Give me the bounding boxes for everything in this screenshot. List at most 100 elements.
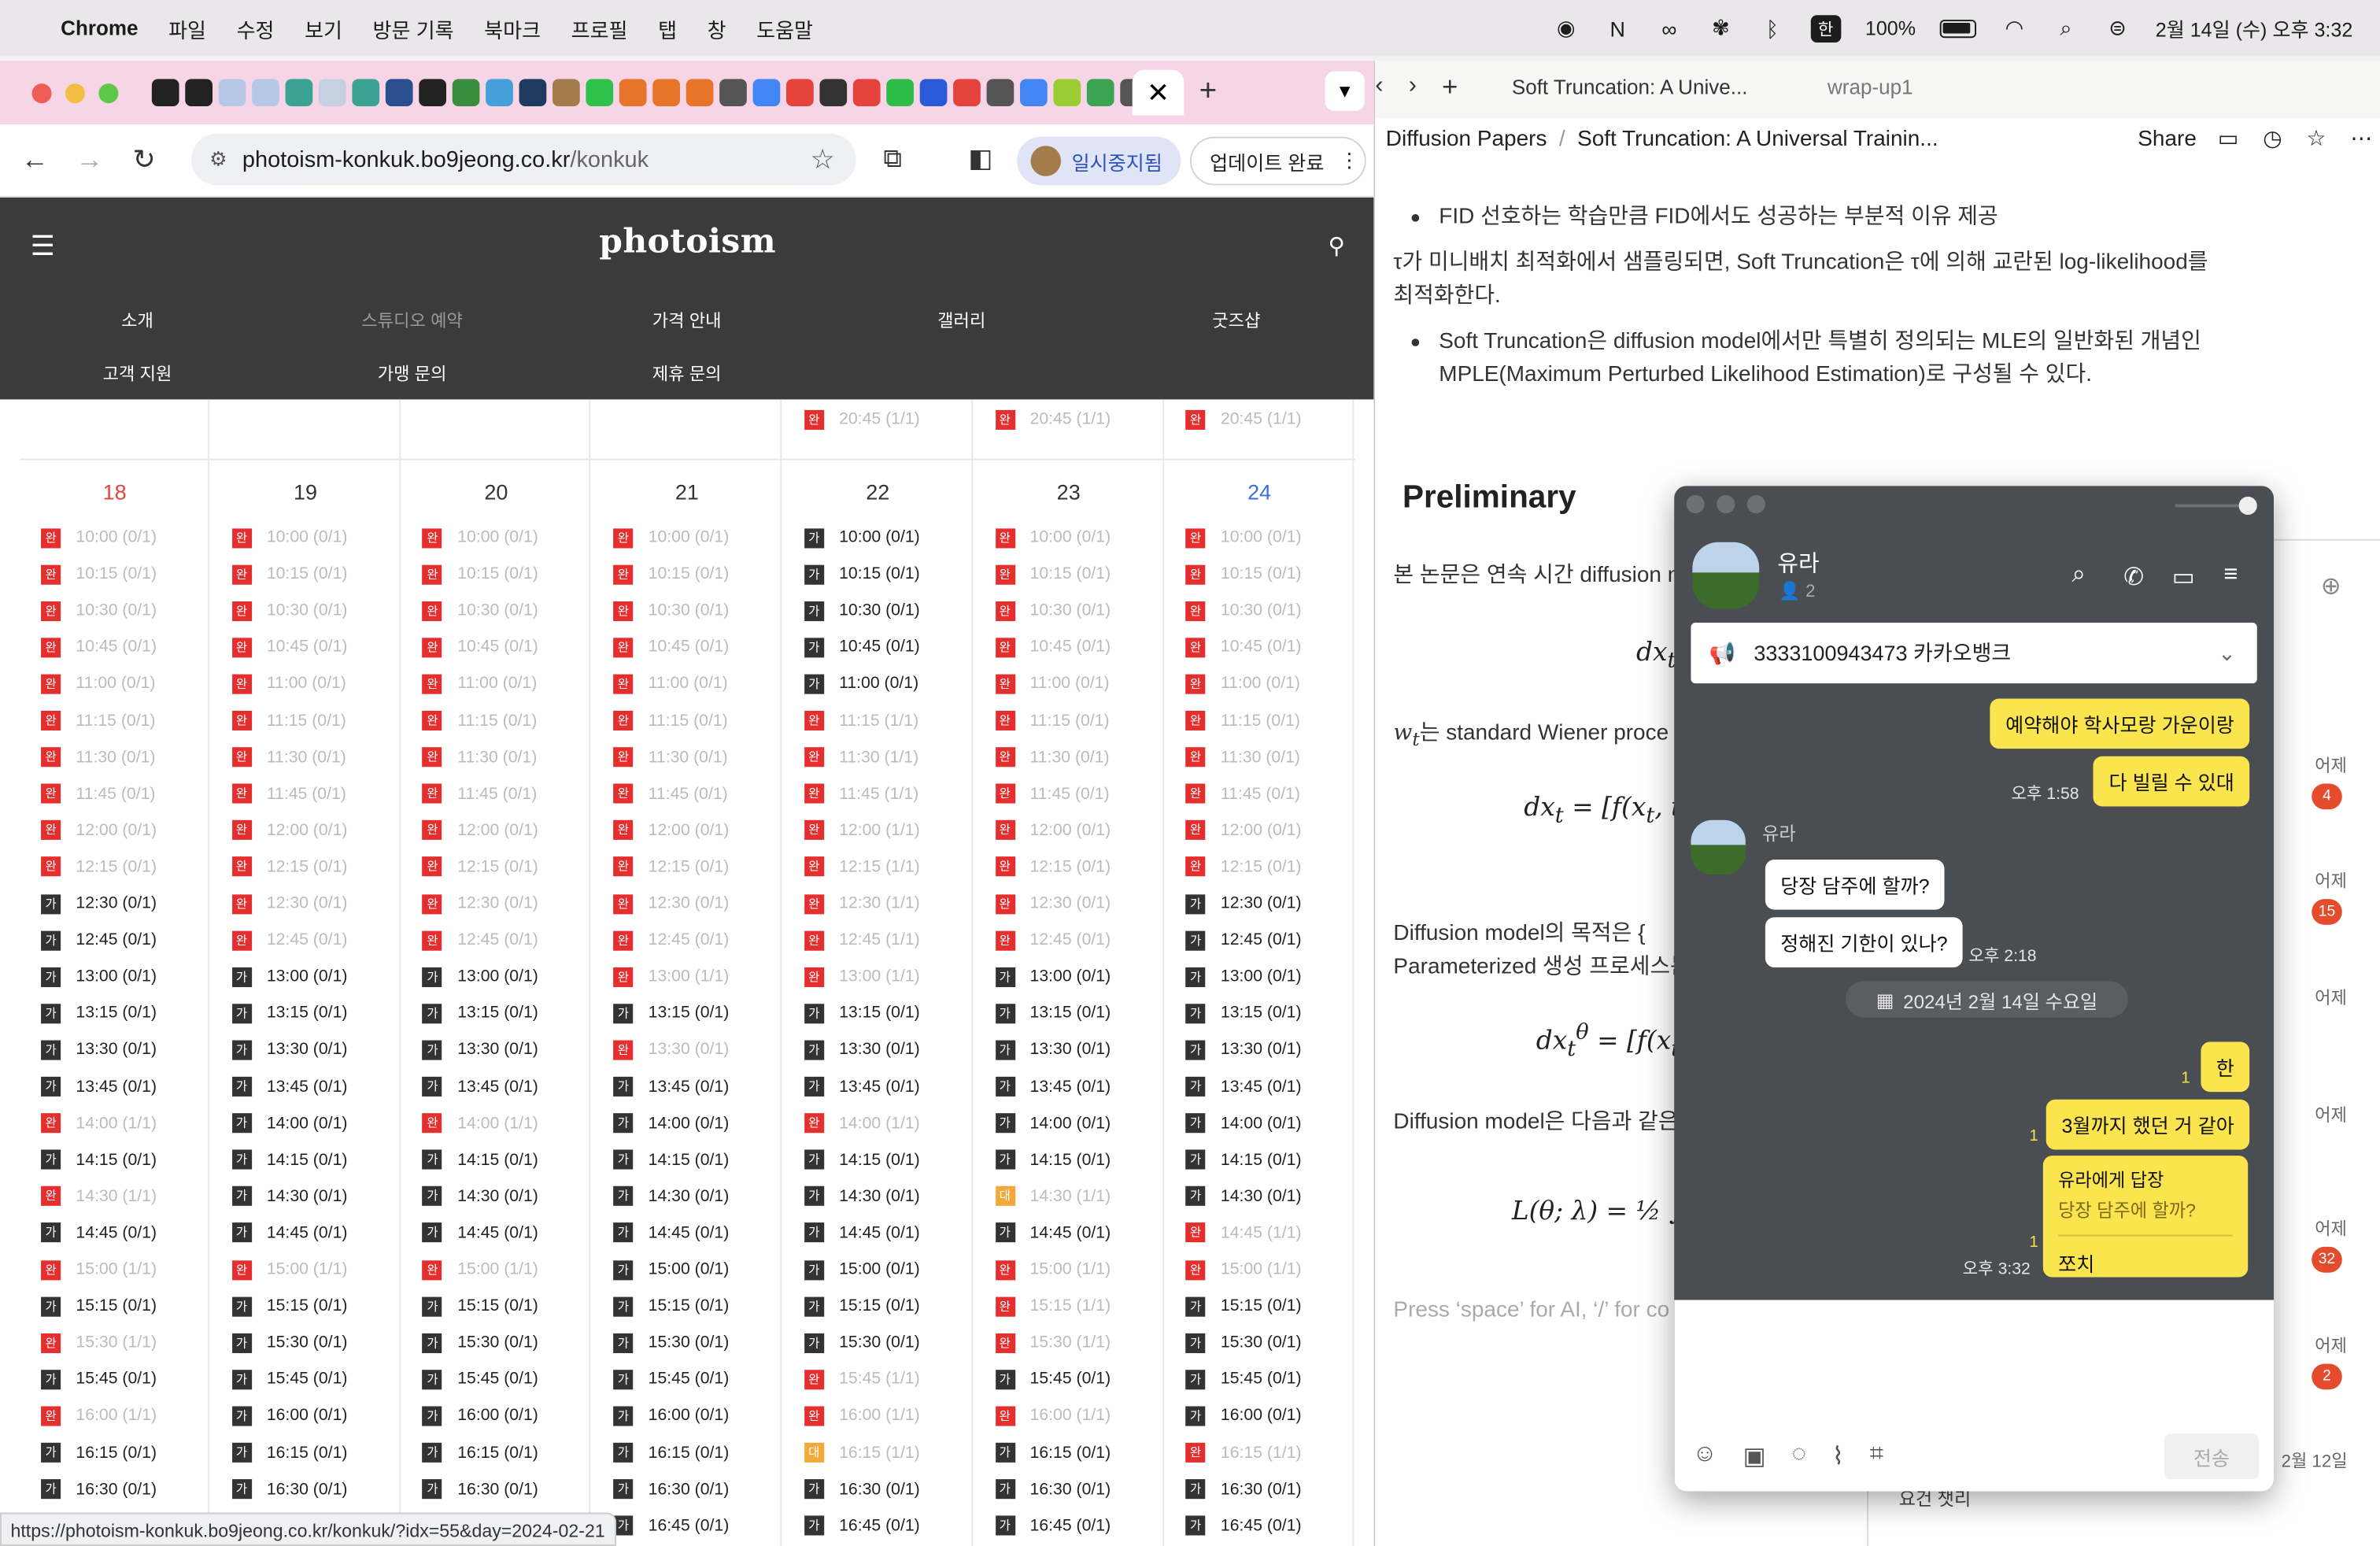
time-slot-available[interactable]: 가 14:45 (0/1) xyxy=(613,1222,729,1244)
menu-edit[interactable]: 수정 xyxy=(237,13,275,43)
extensions-icon[interactable]: ⧉ xyxy=(883,144,901,175)
tab-favicon[interactable] xyxy=(986,79,1014,107)
time-slot-full[interactable]: 완 10:30 (0/1) xyxy=(41,600,157,621)
time-slot-full[interactable]: 완 12:15 (0/1) xyxy=(1185,856,1302,878)
time-slot-full[interactable]: 완 11:00 (0/1) xyxy=(613,673,728,694)
time-slot-available[interactable]: 가 13:45 (0/1) xyxy=(613,1076,729,1097)
tab-favicon[interactable] xyxy=(486,79,513,107)
time-slot-available[interactable]: 가 14:15 (0/1) xyxy=(804,1149,920,1171)
time-slot-full[interactable]: 완 12:00 (0/1) xyxy=(231,819,347,841)
time-slot-available[interactable]: 가 16:00 (0/1) xyxy=(422,1405,538,1426)
time-slot-full[interactable]: 완 15:45 (1/1) xyxy=(804,1369,920,1390)
time-slot-available[interactable]: 가 13:15 (0/1) xyxy=(804,1003,920,1024)
tab-favicon[interactable] xyxy=(252,79,279,107)
time-slot-full[interactable]: 완 12:45 (0/1) xyxy=(231,930,347,951)
comments-icon[interactable]: ▭ xyxy=(2218,128,2238,152)
time-slot-full[interactable]: 완 11:45 (0/1) xyxy=(995,783,1110,804)
time-slot-full[interactable]: 완 12:15 (0/1) xyxy=(995,856,1111,878)
forward-button[interactable]: → xyxy=(70,144,109,176)
time-slot-full[interactable]: 완 11:45 (1/1) xyxy=(804,783,918,804)
time-slot-available[interactable]: 가 14:00 (0/1) xyxy=(231,1112,347,1134)
tab-favicon[interactable] xyxy=(452,79,480,107)
calendar-icon[interactable]: ▣ xyxy=(1743,1441,1766,1472)
time-slot-available[interactable]: 가 13:15 (0/1) xyxy=(231,1003,347,1024)
time-slot-available[interactable]: 가 10:15 (0/1) xyxy=(804,564,920,585)
time-slot-available[interactable]: 가 14:30 (0/1) xyxy=(422,1185,538,1207)
time-slot-full[interactable]: 완 10:15 (0/1) xyxy=(995,564,1111,585)
time-slot-available[interactable]: 가 14:00 (0/1) xyxy=(613,1112,729,1134)
menu-app[interactable]: Chrome xyxy=(61,17,138,39)
time-slot-available[interactable]: 가 14:15 (0/1) xyxy=(1185,1149,1302,1171)
history-icon[interactable]: ◷ xyxy=(2263,128,2282,152)
time-slot-available[interactable]: 가 13:15 (0/1) xyxy=(995,1003,1111,1024)
time-slot-full[interactable]: 완 10:30 (0/1) xyxy=(1185,600,1302,621)
attach-icon[interactable]: ⌇ xyxy=(1832,1441,1844,1472)
time-slot-full[interactable]: 완 11:00 (0/1) xyxy=(995,673,1110,694)
time-slot-full[interactable]: 완 13:00 (1/1) xyxy=(804,966,920,987)
time-slot-full[interactable]: 완 10:45 (0/1) xyxy=(613,637,729,658)
time-slot-full[interactable]: 완 16:15 (1/1) xyxy=(1185,1442,1302,1463)
time-slot-full[interactable]: 완 10:30 (0/1) xyxy=(613,600,729,621)
time-slot-available[interactable]: 가 10:30 (0/1) xyxy=(804,600,920,621)
time-slot-full[interactable]: 완 10:45 (0/1) xyxy=(231,637,347,658)
new-tab-button[interactable]: + xyxy=(1199,75,1218,109)
input-source[interactable]: 한 xyxy=(1810,14,1842,43)
time-slot-full[interactable]: 완 13:00 (1/1) xyxy=(613,966,729,987)
message-input-area[interactable]: ☺ ▣ ◌ ⌇ ⌗ 전송 xyxy=(1674,1300,2274,1492)
time-slot-full[interactable]: 완 15:15 (1/1) xyxy=(995,1296,1111,1317)
tab-favicon[interactable] xyxy=(719,79,747,107)
time-slot-available[interactable]: 가 16:45 (0/1) xyxy=(613,1515,729,1537)
time-slot-available[interactable]: 가 15:45 (0/1) xyxy=(41,1369,157,1390)
time-slot-available[interactable]: 가 16:15 (0/1) xyxy=(995,1442,1111,1463)
time-slot-available[interactable]: 가 16:45 (0/1) xyxy=(1185,1515,1302,1537)
time-slot-full[interactable]: 완 11:45 (0/1) xyxy=(231,783,346,804)
time-slot-available[interactable]: 가 14:15 (0/1) xyxy=(422,1149,538,1171)
new-chat-icon[interactable]: ⊕ xyxy=(2321,571,2341,601)
time-slot-available[interactable]: 가 16:15 (0/1) xyxy=(613,1442,729,1463)
time-slot-full[interactable]: 완 11:30 (0/1) xyxy=(1185,746,1300,767)
time-slot-available[interactable]: 가 13:45 (0/1) xyxy=(231,1076,347,1097)
time-slot-available[interactable]: 가 14:15 (0/1) xyxy=(995,1149,1111,1171)
time-slot-available[interactable]: 가 12:30 (0/1) xyxy=(1185,893,1302,914)
time-slot-full[interactable]: 완 12:45 (0/1) xyxy=(613,930,729,951)
new-tab-icon[interactable]: + xyxy=(1442,72,1458,104)
tab-favicon[interactable] xyxy=(285,79,313,107)
breadcrumb-parent[interactable]: Diffusion Papers xyxy=(1386,128,1547,152)
time-slot-available[interactable]: 가 10:00 (0/1) xyxy=(804,527,920,548)
time-slot-available[interactable]: 가 15:45 (0/1) xyxy=(613,1369,729,1390)
tab-favicon[interactable] xyxy=(819,79,848,107)
time-slot-full[interactable]: 완 15:30 (1/1) xyxy=(995,1332,1111,1353)
tab-favicon[interactable] xyxy=(785,79,814,107)
profile-button[interactable]: 일시중지됨 xyxy=(1017,136,1181,186)
nav-partnership[interactable]: 제휴 문의 xyxy=(549,361,824,386)
time-slot-available[interactable]: 가 13:30 (0/1) xyxy=(995,1039,1111,1060)
time-slot-full[interactable]: 완 10:45 (0/1) xyxy=(41,637,157,658)
chevron-down-icon[interactable]: ⌄ xyxy=(2218,640,2236,666)
nav-franchise[interactable]: 가맹 문의 xyxy=(275,361,549,386)
time-slot-full[interactable]: 완 12:00 (1/1) xyxy=(804,819,920,841)
user-icon[interactable]: ⚲ xyxy=(1328,232,1344,260)
emoji-icon[interactable]: ☺ xyxy=(1692,1441,1717,1472)
message-sent[interactable]: 한 xyxy=(2201,1041,2250,1093)
bookmark-star-icon[interactable]: ☆ xyxy=(811,143,835,176)
time-slot-full[interactable]: 완 11:45 (0/1) xyxy=(41,783,155,804)
time-slot-available[interactable]: 가 14:30 (0/1) xyxy=(804,1185,920,1207)
opacity-slider-knob[interactable] xyxy=(2238,496,2257,516)
time-slot-available[interactable]: 가 13:45 (0/1) xyxy=(41,1076,157,1097)
time-slot-full[interactable]: 완 12:00 (0/1) xyxy=(995,819,1111,841)
time-slot-full[interactable]: 완 13:30 (0/1) xyxy=(613,1039,729,1060)
time-slot-full[interactable]: 완 11:00 (0/1) xyxy=(41,673,155,694)
time-slot-available[interactable]: 가 14:45 (0/1) xyxy=(804,1222,920,1244)
time-slot-available[interactable]: 가 10:45 (0/1) xyxy=(804,637,920,658)
search-icon[interactable]: ⌕ xyxy=(2053,15,2080,40)
time-slot-full[interactable]: 완 15:00 (1/1) xyxy=(41,1259,157,1280)
tab-favicon[interactable] xyxy=(919,79,948,107)
time-slot-full[interactable]: 완 10:00 (0/1) xyxy=(422,527,538,548)
phone-icon[interactable]: ✆ xyxy=(2123,562,2144,593)
time-slot-full[interactable]: 완 12:15 (0/1) xyxy=(422,856,538,878)
nav-pricing[interactable]: 가격 안내 xyxy=(549,309,824,333)
time-slot-available[interactable]: 가 16:30 (0/1) xyxy=(231,1478,347,1500)
address-bar[interactable]: ⚙ photoism-konkuk.bo9jeong.co.kr/konkuk … xyxy=(190,133,856,186)
time-slot-available[interactable]: 가 16:30 (0/1) xyxy=(613,1478,729,1500)
nav-studio-booking[interactable]: 스튜디오 예약 xyxy=(275,309,549,333)
